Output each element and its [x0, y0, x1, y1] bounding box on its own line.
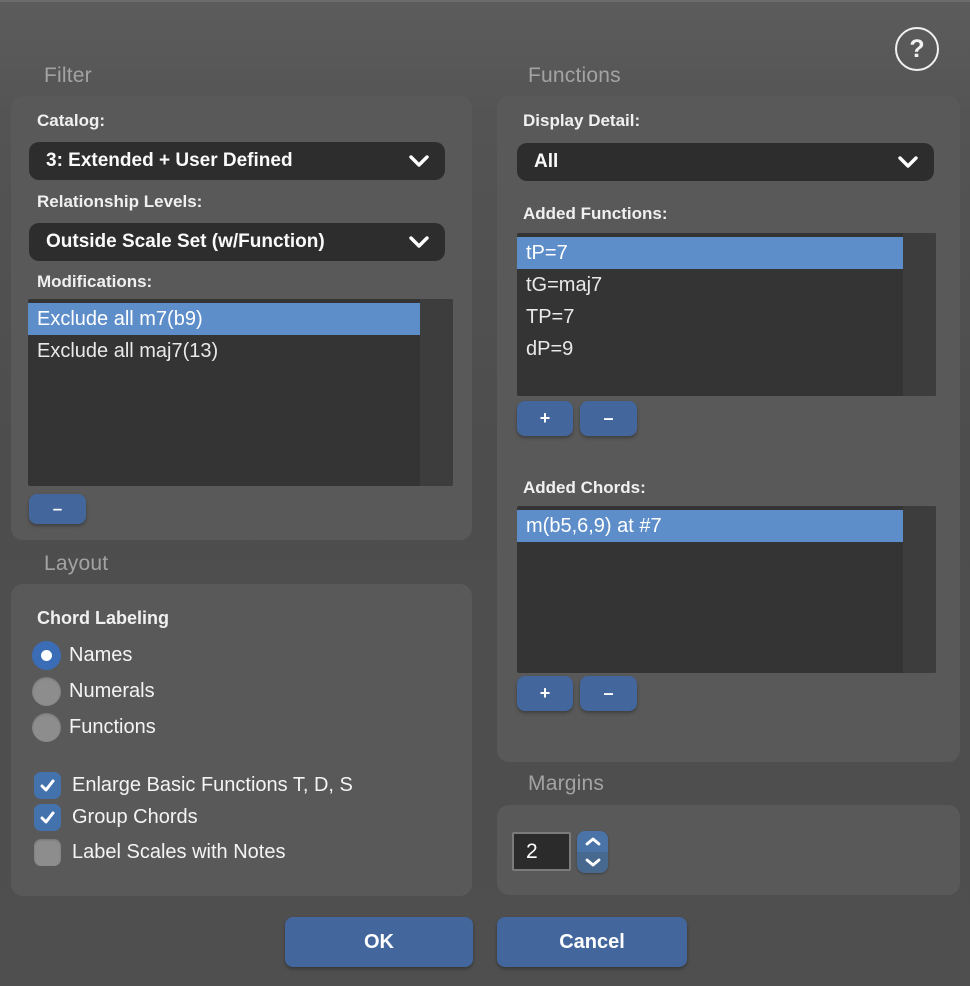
added-chords-buttons: + –: [517, 676, 637, 711]
margins-stepper: [577, 831, 608, 873]
radio-selected-icon: [32, 641, 61, 670]
list-item[interactable]: dP=9: [517, 333, 903, 365]
checkbox-group-chords[interactable]: Group Chords: [34, 804, 198, 831]
help-button[interactable]: ?: [895, 27, 939, 71]
checkbox-label: Enlarge Basic Functions T, D, S: [72, 774, 353, 797]
margins-stepper-up[interactable]: [577, 831, 608, 852]
radio-option-functions[interactable]: Functions: [32, 713, 156, 742]
radio-option-numerals[interactable]: Numerals: [32, 677, 155, 706]
catalog-dropdown[interactable]: 3: Extended + User Defined: [29, 142, 445, 180]
chevron-down-icon: [409, 236, 429, 249]
radio-label: Functions: [69, 716, 156, 739]
added-functions-buttons: + –: [517, 401, 637, 436]
add-function-button[interactable]: +: [517, 401, 573, 436]
radio-unselected-icon: [32, 677, 61, 706]
list-item[interactable]: tG=maj7: [517, 269, 903, 301]
checkbox-label-scales-with-notes[interactable]: Label Scales with Notes: [34, 839, 285, 866]
radio-label: Numerals: [69, 680, 155, 703]
add-chord-button[interactable]: +: [517, 676, 573, 711]
layout-group-title: Layout: [44, 552, 108, 576]
chord-labeling-label: Chord Labeling: [37, 608, 169, 629]
functions-group-title: Functions: [528, 64, 621, 88]
remove-chord-button[interactable]: –: [580, 676, 637, 711]
layout-panel: Chord Labeling Names Numerals Functions …: [11, 584, 472, 896]
radio-unselected-icon: [32, 713, 61, 742]
filter-panel: Catalog: 3: Extended + User Defined Rela…: [11, 96, 472, 540]
margins-panel: [497, 805, 960, 895]
scrollbar-track[interactable]: [903, 233, 936, 396]
chevron-down-icon: [409, 155, 429, 168]
checkbox-label: Group Chords: [72, 806, 198, 829]
remove-function-button[interactable]: –: [580, 401, 637, 436]
radio-label: Names: [69, 644, 132, 667]
list-item[interactable]: Exclude all maj7(13): [28, 335, 420, 367]
margins-group-title: Margins: [528, 772, 604, 796]
catalog-label: Catalog:: [37, 111, 105, 131]
relationship-levels-dropdown[interactable]: Outside Scale Set (w/Function): [29, 223, 445, 261]
checkmark-icon: [34, 772, 61, 799]
chevron-down-icon: [585, 855, 601, 870]
ok-button[interactable]: OK: [285, 917, 473, 967]
display-detail-dropdown[interactable]: All: [517, 143, 934, 181]
list-item[interactable]: m(b5,6,9) at #7: [517, 510, 903, 542]
margins-stepper-down[interactable]: [577, 852, 608, 873]
list-item[interactable]: tP=7: [517, 237, 903, 269]
catalog-dropdown-value: 3: Extended + User Defined: [46, 150, 293, 172]
added-chords-label: Added Chords:: [523, 478, 646, 498]
scrollbar-track[interactable]: [903, 506, 936, 673]
scrollbar-track[interactable]: [420, 299, 453, 486]
relationship-levels-label: Relationship Levels:: [37, 192, 202, 212]
added-functions-list[interactable]: tP=7 tG=maj7 TP=7 dP=9: [517, 233, 936, 396]
filter-group-title: Filter: [44, 64, 92, 88]
list-item[interactable]: TP=7: [517, 301, 903, 333]
modifications-label: Modifications:: [37, 272, 152, 292]
checkbox-unchecked-icon: [34, 839, 61, 866]
list-item[interactable]: Exclude all m7(b9): [28, 303, 420, 335]
added-chords-list[interactable]: m(b5,6,9) at #7: [517, 506, 936, 673]
display-detail-dropdown-value: All: [534, 151, 558, 173]
cancel-button[interactable]: Cancel: [497, 917, 687, 967]
chevron-down-icon: [898, 156, 918, 169]
radio-option-names[interactable]: Names: [32, 641, 132, 670]
checkbox-label: Label Scales with Notes: [72, 841, 285, 864]
display-detail-label: Display Detail:: [523, 111, 640, 131]
checkbox-enlarge-basic-functions[interactable]: Enlarge Basic Functions T, D, S: [34, 772, 353, 799]
relationship-levels-dropdown-value: Outside Scale Set (w/Function): [46, 231, 325, 253]
chevron-up-icon: [585, 834, 601, 849]
added-functions-label: Added Functions:: [523, 204, 667, 224]
margins-value-input[interactable]: [512, 832, 571, 871]
checkmark-icon: [34, 804, 61, 831]
functions-panel: Display Detail: All Added Functions: tP=…: [497, 96, 960, 762]
modifications-list[interactable]: Exclude all m7(b9) Exclude all maj7(13): [28, 299, 453, 486]
remove-modification-button[interactable]: –: [29, 494, 86, 524]
